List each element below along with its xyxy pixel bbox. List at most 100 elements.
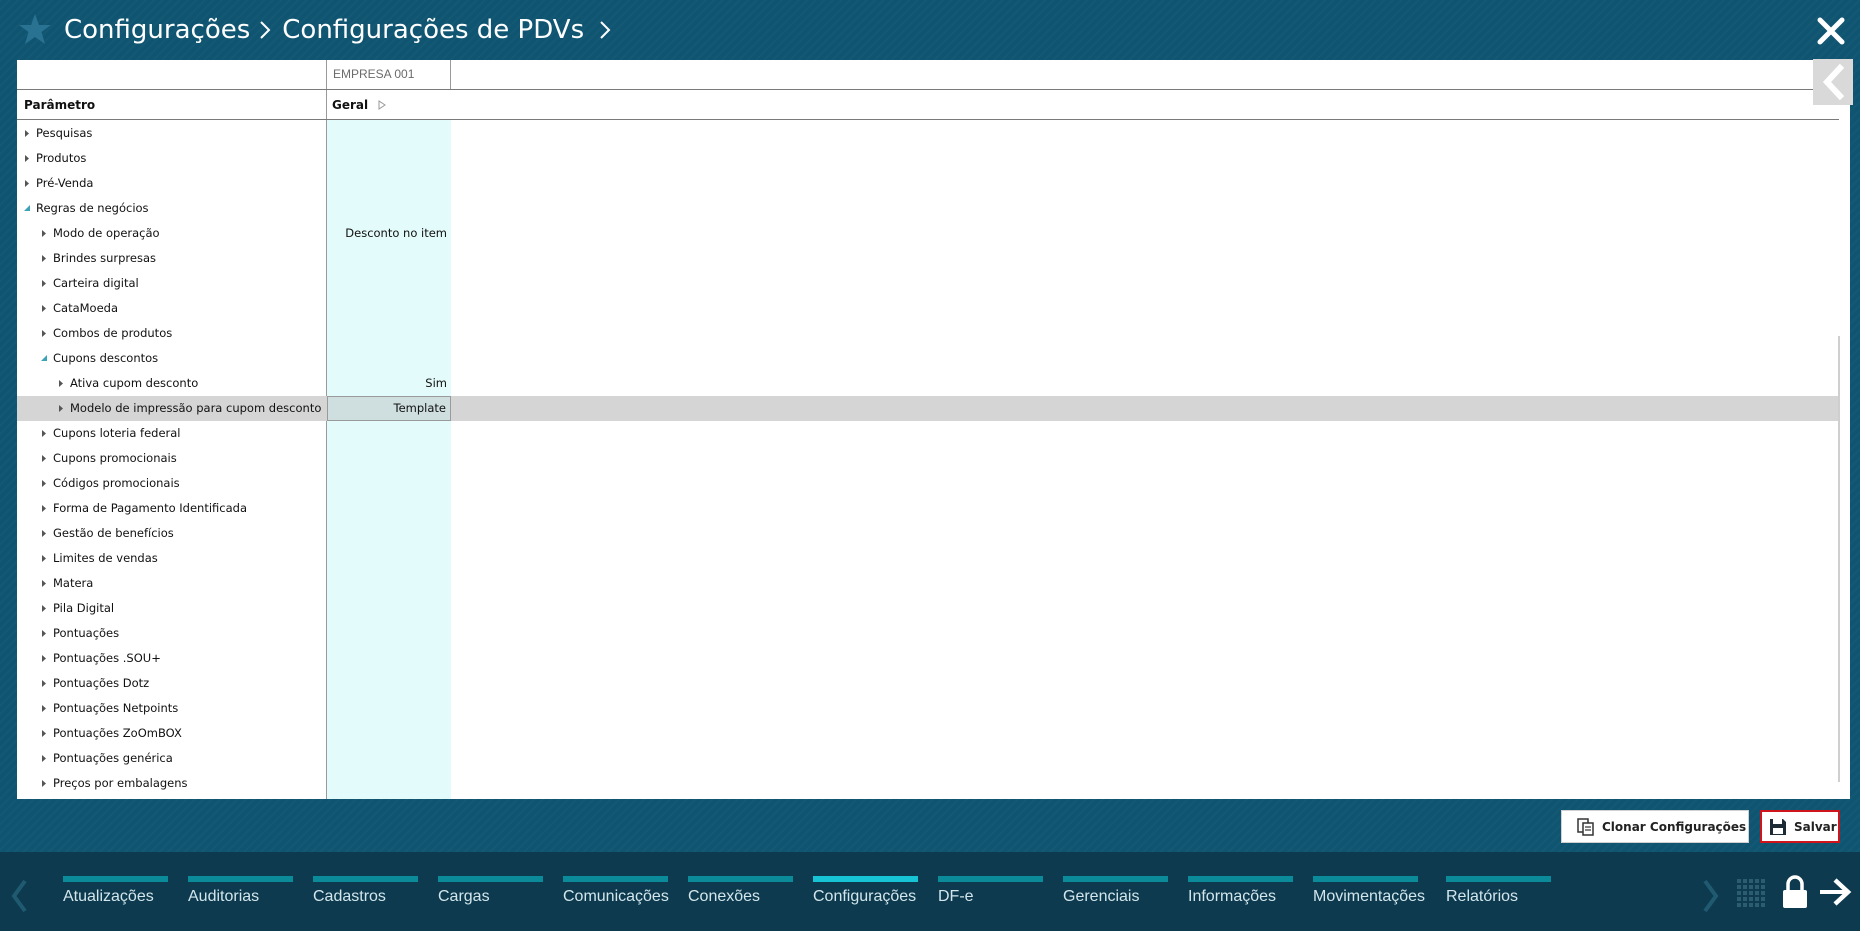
- tree-row-value[interactable]: [327, 346, 451, 371]
- close-icon[interactable]: [1816, 16, 1846, 46]
- scrollbar[interactable]: [1838, 336, 1840, 782]
- nav-item[interactable]: Conexões: [688, 876, 793, 916]
- tree-row[interactable]: Carteira digital: [17, 271, 1839, 296]
- triangle-right-icon[interactable]: [56, 371, 66, 396]
- nav-item[interactable]: Gerenciais: [1063, 876, 1168, 916]
- nav-item[interactable]: Configurações: [813, 876, 918, 916]
- tree-row[interactable]: Pontuações .SOU+: [17, 646, 1839, 671]
- tree-row[interactable]: Pontuações: [17, 621, 1839, 646]
- tree-row[interactable]: Modo de operação Desconto no item: [17, 221, 1839, 246]
- chevron-right-icon[interactable]: [594, 15, 616, 45]
- tree-row-value[interactable]: [327, 171, 451, 196]
- triangle-down-icon[interactable]: [22, 196, 32, 221]
- tree-row-value[interactable]: [327, 471, 451, 496]
- clone-configurations-button[interactable]: Clonar Configurações: [1561, 810, 1749, 843]
- tree-row[interactable]: Produtos: [17, 146, 1839, 171]
- triangle-right-icon[interactable]: [39, 221, 49, 246]
- nav-item[interactable]: Cargas: [438, 876, 543, 916]
- tree-row[interactable]: Combos de produtos: [17, 321, 1839, 346]
- triangle-right-icon[interactable]: [39, 246, 49, 271]
- lock-icon[interactable]: [1781, 875, 1809, 909]
- tree-row-value[interactable]: [327, 121, 451, 146]
- tree-row[interactable]: Pesquisas: [17, 121, 1839, 146]
- tree-row-value[interactable]: [327, 296, 451, 321]
- triangle-right-icon[interactable]: [39, 721, 49, 746]
- tree-row[interactable]: CataMoeda: [17, 296, 1839, 321]
- tree-row-value[interactable]: [327, 546, 451, 571]
- tree-row[interactable]: Cupons descontos: [17, 346, 1839, 371]
- tree-row-value[interactable]: [327, 271, 451, 296]
- tree-row[interactable]: Ativa cupom desconto Sim: [17, 371, 1839, 396]
- triangle-right-icon[interactable]: [22, 171, 32, 196]
- tree-row-value[interactable]: [327, 696, 451, 721]
- tree-row[interactable]: Preços por embalagens: [17, 771, 1839, 796]
- tree-row-value[interactable]: [327, 446, 451, 471]
- tree-row-value[interactable]: [327, 196, 451, 221]
- tree-row[interactable]: Brindes surpresas: [17, 246, 1839, 271]
- triangle-right-icon[interactable]: [39, 671, 49, 696]
- nav-item[interactable]: Auditorias: [188, 876, 293, 916]
- nav-prev-icon[interactable]: [10, 878, 30, 914]
- nav-item[interactable]: Comunicações: [563, 876, 669, 916]
- nav-next-icon[interactable]: [1700, 878, 1720, 914]
- grid-icon[interactable]: [1736, 878, 1766, 908]
- company-column-header[interactable]: EMPRESA 001: [327, 60, 451, 89]
- nav-item[interactable]: Informações: [1188, 876, 1293, 916]
- tree-row-value[interactable]: [327, 571, 451, 596]
- triangle-right-icon[interactable]: [39, 621, 49, 646]
- tree-row[interactable]: Forma de Pagamento Identificada: [17, 496, 1839, 521]
- triangle-right-icon[interactable]: [39, 471, 49, 496]
- tree-row[interactable]: Modelo de impressão para cupom desconto T…: [17, 396, 1839, 421]
- nav-item[interactable]: DF-e: [938, 876, 1043, 916]
- tree-row[interactable]: Cupons promocionais: [17, 446, 1839, 471]
- tree-row-value[interactable]: [327, 771, 451, 796]
- breadcrumb-item-configuracoes[interactable]: Configurações: [64, 15, 250, 45]
- triangle-right-icon[interactable]: [39, 546, 49, 571]
- tree-row[interactable]: Pontuações Netpoints: [17, 696, 1839, 721]
- tree-row-value[interactable]: Template: [327, 396, 451, 421]
- tree-row-value[interactable]: [327, 671, 451, 696]
- triangle-right-icon[interactable]: [39, 446, 49, 471]
- tree-row-value[interactable]: [327, 496, 451, 521]
- triangle-down-icon[interactable]: [39, 346, 49, 371]
- tree-row[interactable]: Pila Digital: [17, 596, 1839, 621]
- tree-row-value[interactable]: [327, 246, 451, 271]
- tree-row-value[interactable]: [327, 321, 451, 346]
- tree-row-value[interactable]: [327, 421, 451, 446]
- tree-row[interactable]: Cupons loteria federal: [17, 421, 1839, 446]
- tree-row-value[interactable]: [327, 596, 451, 621]
- nav-item[interactable]: Cadastros: [313, 876, 418, 916]
- triangle-right-icon[interactable]: [39, 296, 49, 321]
- tree-row[interactable]: Pontuações ZoOmBOX: [17, 721, 1839, 746]
- tree-row-value[interactable]: [327, 721, 451, 746]
- tree-row-value[interactable]: [327, 746, 451, 771]
- star-icon[interactable]: [18, 12, 52, 46]
- group-header-geral[interactable]: Geral: [332, 98, 387, 112]
- tree-row-value[interactable]: [327, 621, 451, 646]
- triangle-right-icon[interactable]: [56, 396, 66, 421]
- breadcrumb-item-configuracoes-pdvs[interactable]: Configurações de PDVs: [282, 15, 584, 45]
- tree-row[interactable]: Matera: [17, 571, 1839, 596]
- triangle-right-icon[interactable]: [39, 771, 49, 796]
- triangle-right-icon[interactable]: [39, 746, 49, 771]
- triangle-right-icon[interactable]: [39, 271, 49, 296]
- tree-row-value[interactable]: [327, 646, 451, 671]
- tree-row[interactable]: Códigos promocionais: [17, 471, 1839, 496]
- nav-item[interactable]: Relatórios: [1446, 876, 1551, 916]
- tree-row[interactable]: Gestão de benefícios: [17, 521, 1839, 546]
- nav-item[interactable]: Movimentações: [1313, 876, 1425, 916]
- triangle-right-icon[interactable]: [39, 521, 49, 546]
- triangle-right-icon[interactable]: [39, 571, 49, 596]
- triangle-right-icon[interactable]: [39, 496, 49, 521]
- tree-row-value[interactable]: [327, 146, 451, 171]
- tree-row-value[interactable]: Desconto no item: [327, 221, 451, 246]
- triangle-right-icon[interactable]: [22, 146, 32, 171]
- tree-row[interactable]: Limites de vendas: [17, 546, 1839, 571]
- collapse-panel-button[interactable]: [1813, 59, 1853, 105]
- nav-item[interactable]: Atualizações: [63, 876, 168, 916]
- triangle-right-icon[interactable]: [39, 596, 49, 621]
- tree-row[interactable]: Pontuações Dotz: [17, 671, 1839, 696]
- triangle-right-icon[interactable]: [39, 421, 49, 446]
- triangle-right-icon[interactable]: [22, 121, 32, 146]
- triangle-right-icon[interactable]: [39, 696, 49, 721]
